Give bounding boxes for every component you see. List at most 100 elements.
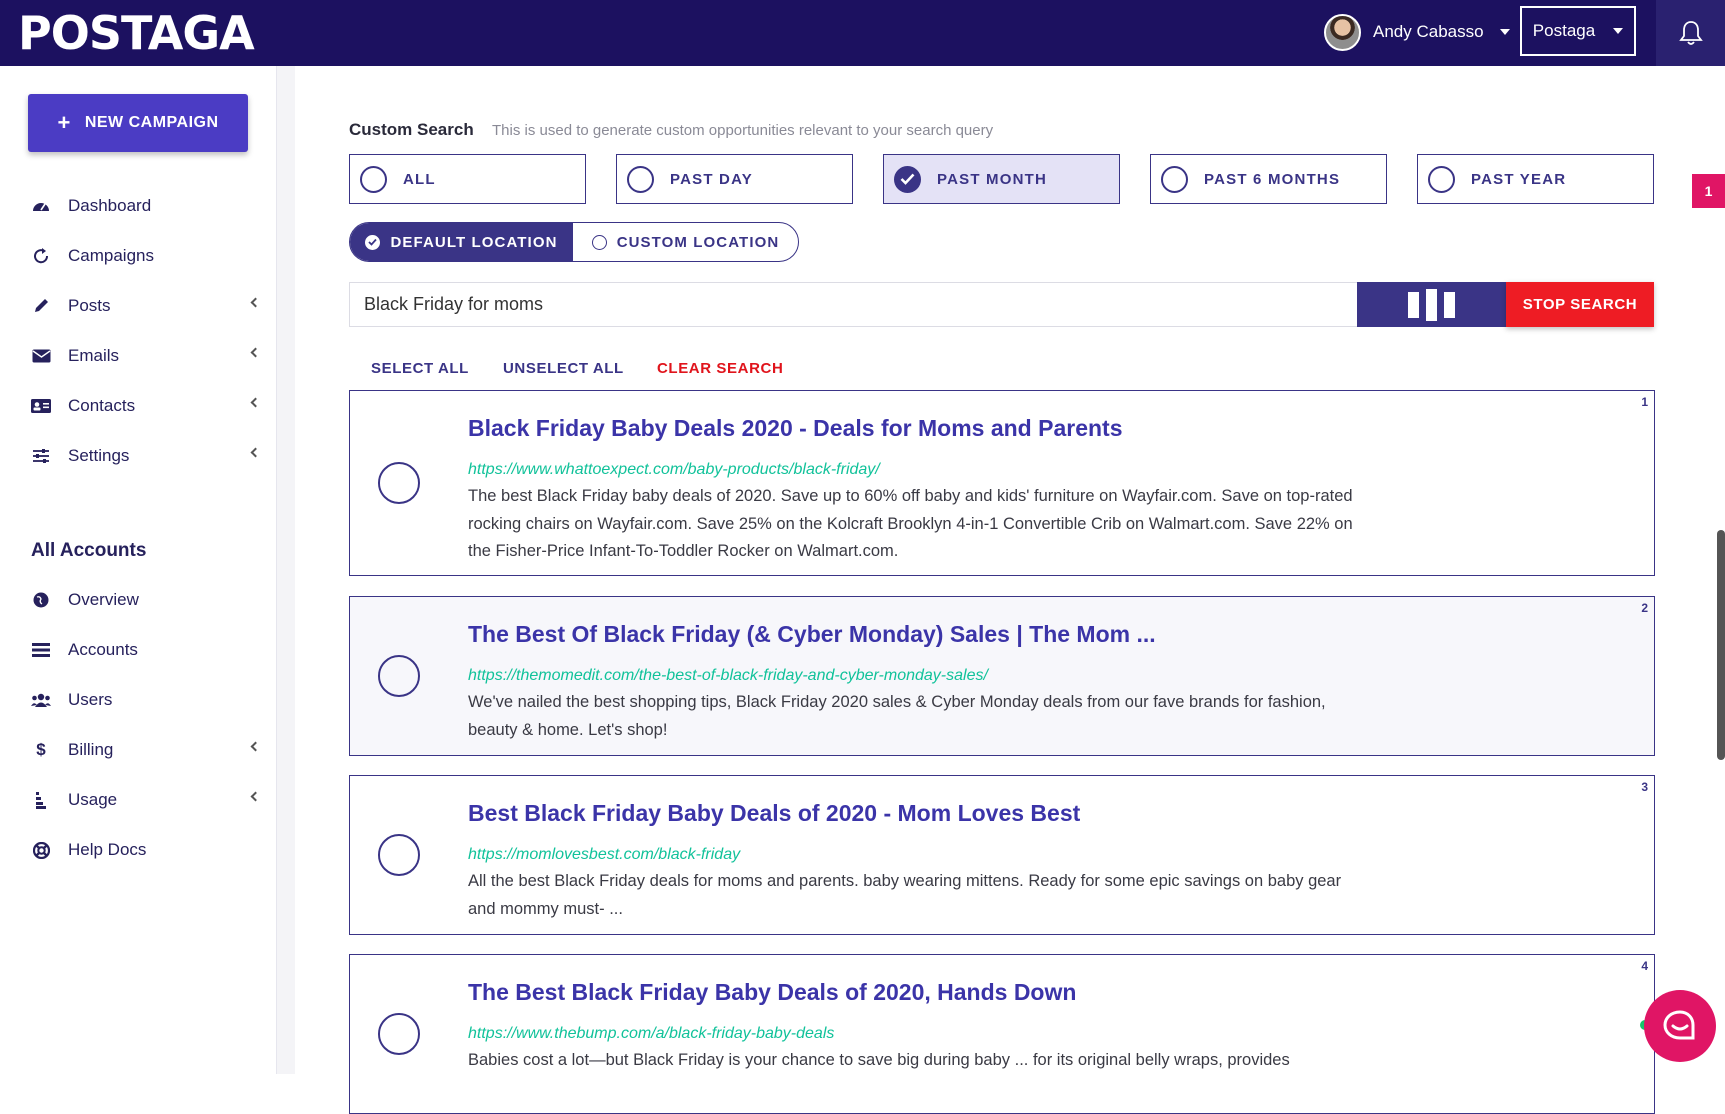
sidebar-item-accounts[interactable]: Accounts xyxy=(30,635,265,665)
plus-icon: + xyxy=(57,110,71,135)
chevron-left-icon xyxy=(250,791,261,802)
result-card[interactable]: 3 Best Black Friday Baby Deals of 2020 -… xyxy=(349,775,1655,935)
time-option-all[interactable]: ALL xyxy=(349,154,586,204)
custom-search-hint: This is used to generate custom opportun… xyxy=(492,122,994,139)
sidebar-item-label: Overview xyxy=(68,590,139,609)
chevron-left-icon xyxy=(250,347,261,358)
scrollbar[interactable] xyxy=(1717,530,1725,760)
sidebar-item-label: Help Docs xyxy=(68,840,147,859)
sidebar-item-label: Emails xyxy=(68,346,120,365)
result-title[interactable]: Black Friday Baby Deals 2020 - Deals for… xyxy=(468,415,1123,442)
sidebar-item-label: Dashboard xyxy=(68,196,152,215)
sidebar-item-label: Billing xyxy=(68,740,114,759)
custom-search-title: Custom Search xyxy=(349,120,474,139)
sidebar-item-label: Users xyxy=(68,690,113,709)
life-ring-icon xyxy=(30,841,52,859)
result-card[interactable]: 4 The Best Black Friday Baby Deals of 20… xyxy=(349,954,1655,1114)
result-description: All the best Black Friday deals for moms… xyxy=(468,872,1342,918)
loading-bar xyxy=(1444,291,1455,318)
new-campaign-label: NEW CAMPAIGN xyxy=(84,114,219,131)
sidebar-item-campaigns[interactable]: Campaigns xyxy=(30,241,265,271)
default-location-option[interactable]: DEFAULT LOCATION xyxy=(350,223,573,261)
radio-icon xyxy=(627,165,654,193)
sidebar-item-usage[interactable]: Usage xyxy=(30,785,265,815)
sidebar-edge xyxy=(277,66,295,1074)
globe-icon xyxy=(30,591,52,609)
search-input[interactable] xyxy=(349,282,1357,327)
sidebar: + NEW CAMPAIGN Dashboard Campaigns Posts… xyxy=(0,66,277,1074)
sidebar-item-overview[interactable]: Overview xyxy=(30,585,265,615)
sidebar-item-users[interactable]: Users xyxy=(30,685,265,715)
sort-amount-icon xyxy=(30,791,52,809)
chat-launcher-button[interactable] xyxy=(1644,990,1716,1062)
time-option-past-6-months[interactable]: PAST 6 MONTHS xyxy=(1150,154,1387,204)
location-toggle: DEFAULT LOCATION CUSTOM LOCATION xyxy=(349,222,799,262)
time-option-past-year[interactable]: PAST YEAR xyxy=(1417,154,1654,204)
notifications-button[interactable] xyxy=(1656,0,1725,66)
result-card[interactable]: 1 Black Friday Baby Deals 2020 - Deals f… xyxy=(349,390,1655,576)
result-url[interactable]: https://momlovesbest.com/black-friday xyxy=(468,846,740,864)
result-title[interactable]: The Best Of Black Friday (& Cyber Monday… xyxy=(468,621,1156,648)
result-title[interactable]: Best Black Friday Baby Deals of 2020 - M… xyxy=(468,800,1080,827)
avatar xyxy=(1324,13,1361,51)
loading-bar xyxy=(1408,291,1419,318)
sliders-icon xyxy=(30,447,52,465)
all-accounts-heading: All Accounts xyxy=(31,540,147,561)
select-radio[interactable] xyxy=(378,834,420,876)
loading-bar xyxy=(1426,288,1437,321)
result-url[interactable]: https://www.whattoexpect.com/baby-produc… xyxy=(468,461,880,479)
chevron-left-icon xyxy=(250,741,261,752)
time-option-label: PAST YEAR xyxy=(1471,170,1567,188)
sidebar-item-settings[interactable]: Settings xyxy=(30,441,265,471)
chevron-left-icon xyxy=(250,297,261,308)
users-icon xyxy=(30,691,52,709)
sidebar-item-label: Posts xyxy=(68,296,111,315)
stop-search-button[interactable]: STOP SEARCH xyxy=(1506,282,1654,327)
dollar-icon: $ xyxy=(36,740,46,759)
result-url[interactable]: https://themomedit.com/the-best-of-black… xyxy=(468,667,988,685)
sidebar-item-label: Campaigns xyxy=(68,246,154,265)
postaga-logo[interactable]: POSTAGA xyxy=(18,6,255,60)
pencil-icon xyxy=(30,297,52,315)
radio-icon xyxy=(360,165,387,193)
sidebar-item-label: Accounts xyxy=(68,640,138,659)
select-radio[interactable] xyxy=(378,655,420,697)
sidebar-item-contacts[interactable]: Contacts xyxy=(30,391,265,421)
chevron-down-icon xyxy=(1613,28,1624,34)
org-switcher-button[interactable]: Postaga xyxy=(1520,6,1636,56)
time-option-past-day[interactable]: PAST DAY xyxy=(616,154,853,204)
check-circle-icon xyxy=(365,234,381,250)
speedometer-icon xyxy=(30,197,52,215)
top-bar: POSTAGA Andy Cabasso Postaga xyxy=(0,0,1725,66)
sidebar-item-posts[interactable]: Posts xyxy=(30,291,265,321)
new-campaign-button[interactable]: + NEW CAMPAIGN xyxy=(28,94,248,152)
address-card-icon xyxy=(30,397,52,415)
unselect-all-button[interactable]: UNSELECT ALL xyxy=(503,360,624,377)
user-menu[interactable]: Andy Cabasso xyxy=(1324,12,1510,52)
refresh-icon xyxy=(30,247,52,265)
select-all-button[interactable]: SELECT ALL xyxy=(371,360,469,377)
time-option-label: PAST 6 MONTHS xyxy=(1204,170,1341,188)
envelope-icon xyxy=(30,347,52,365)
time-option-past-month[interactable]: PAST MONTH xyxy=(883,154,1120,204)
bell-icon xyxy=(1678,21,1703,45)
radio-icon xyxy=(1161,165,1188,193)
result-title[interactable]: The Best Black Friday Baby Deals of 2020… xyxy=(468,979,1076,1006)
result-url[interactable]: https://www.thebump.com/a/black-friday-b… xyxy=(468,1025,834,1043)
notification-badge[interactable]: 1 xyxy=(1692,174,1725,208)
chevron-left-icon xyxy=(250,447,261,458)
sidebar-item-emails[interactable]: Emails xyxy=(30,341,265,371)
result-card[interactable]: 2 The Best Of Black Friday (& Cyber Mond… xyxy=(349,596,1655,756)
time-option-label: PAST DAY xyxy=(670,170,753,188)
custom-location-option[interactable]: CUSTOM LOCATION xyxy=(573,223,798,261)
select-radio[interactable] xyxy=(378,1013,420,1055)
sidebar-item-help-docs[interactable]: Help Docs xyxy=(30,835,265,865)
clear-search-button[interactable]: CLEAR SEARCH xyxy=(657,360,783,377)
sidebar-item-billing[interactable]: $ Billing xyxy=(30,735,265,765)
radio-icon xyxy=(591,234,607,250)
result-number: 3 xyxy=(1641,780,1648,794)
radio-icon xyxy=(1428,165,1455,193)
chat-bubble-icon xyxy=(1663,1010,1695,1040)
select-radio[interactable] xyxy=(378,462,420,504)
sidebar-item-dashboard[interactable]: Dashboard xyxy=(30,191,265,221)
